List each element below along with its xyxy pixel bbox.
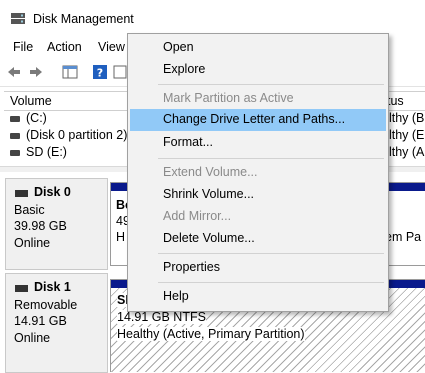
disk-icon bbox=[15, 285, 28, 292]
menu-file[interactable]: File bbox=[13, 40, 33, 54]
help-icon[interactable]: ? bbox=[92, 64, 108, 80]
disk-type: Removable bbox=[14, 298, 78, 312]
disk-size: 14.91 GB bbox=[14, 314, 67, 328]
menu-item-label: Open bbox=[163, 40, 194, 54]
partition-status: em Pa bbox=[385, 230, 422, 244]
column-volume[interactable]: Volume bbox=[10, 94, 52, 108]
menu-item-help[interactable]: Help bbox=[130, 286, 386, 308]
partition-status: H bbox=[116, 230, 126, 244]
menu-item-shrink-volume[interactable]: Shrink Volume... bbox=[130, 184, 386, 206]
partition-size: 14.91 GB NTFS bbox=[117, 310, 206, 324]
menu-item-label: Mark Partition as Active bbox=[163, 91, 294, 105]
menu-separator bbox=[158, 84, 384, 85]
menu-item-mark-partition-active: Mark Partition as Active bbox=[130, 88, 386, 110]
volume-name: (C:) bbox=[26, 111, 47, 125]
menu-item-explore[interactable]: Explore bbox=[130, 59, 386, 81]
disk-state: Online bbox=[14, 236, 51, 250]
console-tree-icon[interactable] bbox=[62, 64, 78, 80]
menu-item-label: Explore bbox=[163, 62, 206, 76]
disk-size: 39.98 GB bbox=[14, 219, 67, 233]
menu-separator bbox=[158, 253, 384, 254]
partition-status: Healthy (Active, Primary Partition) bbox=[117, 327, 305, 341]
disk-icon bbox=[15, 190, 28, 197]
menu-item-format[interactable]: Format... bbox=[130, 132, 386, 154]
menu-item-extend-volume: Extend Volume... bbox=[130, 162, 386, 184]
menu-view[interactable]: View bbox=[98, 40, 125, 54]
menu-item-change-drive-letter[interactable]: Change Drive Letter and Paths... bbox=[130, 109, 386, 131]
menu-item-label: Shrink Volume... bbox=[163, 187, 255, 201]
column-status[interactable]: tus bbox=[387, 94, 404, 108]
menu-item-label: Change Drive Letter and Paths... bbox=[163, 112, 346, 126]
menu-item-label: Delete Volume... bbox=[163, 231, 255, 245]
volume-icon bbox=[10, 133, 20, 139]
disk-name: Disk 1 bbox=[34, 280, 71, 294]
volume-name: SD (E:) bbox=[26, 145, 67, 159]
menu-action[interactable]: Action bbox=[47, 40, 82, 54]
svg-text:?: ? bbox=[97, 67, 103, 80]
window-title: Disk Management bbox=[33, 12, 134, 26]
menu-item-label: Extend Volume... bbox=[163, 165, 258, 179]
menu-item-open[interactable]: Open bbox=[130, 37, 386, 59]
context-menu: Open Explore Mark Partition as Active Ch… bbox=[127, 33, 389, 312]
disk-type: Basic bbox=[14, 203, 45, 217]
menu-item-properties[interactable]: Properties bbox=[130, 257, 386, 279]
volume-icon bbox=[10, 150, 20, 156]
disk-0-label[interactable]: Disk 0 Basic 39.98 GB Online bbox=[5, 178, 108, 270]
menu-separator bbox=[158, 158, 384, 159]
disk-management-icon bbox=[11, 13, 25, 24]
disk-name: Disk 0 bbox=[34, 185, 71, 199]
menu-separator bbox=[158, 282, 384, 283]
disk-state: Online bbox=[14, 331, 51, 345]
back-arrow-icon[interactable] bbox=[6, 64, 22, 80]
menu-item-label: Format... bbox=[163, 135, 214, 149]
volume-icon bbox=[10, 116, 20, 122]
forward-arrow-icon[interactable] bbox=[28, 64, 44, 80]
menu-item-label: Properties bbox=[163, 260, 220, 274]
disk-1-label[interactable]: Disk 1 Removable 14.91 GB Online bbox=[5, 273, 108, 373]
volume-name: (Disk 0 partition 2) bbox=[26, 128, 128, 142]
menu-item-label: Add Mirror... bbox=[163, 209, 232, 223]
title-bar: Disk Management bbox=[0, 0, 425, 36]
properties-icon[interactable] bbox=[112, 64, 128, 80]
menu-item-delete-volume[interactable]: Delete Volume... bbox=[130, 228, 386, 250]
menu-item-add-mirror: Add Mirror... bbox=[130, 206, 386, 228]
menu-item-label: Help bbox=[163, 289, 189, 303]
